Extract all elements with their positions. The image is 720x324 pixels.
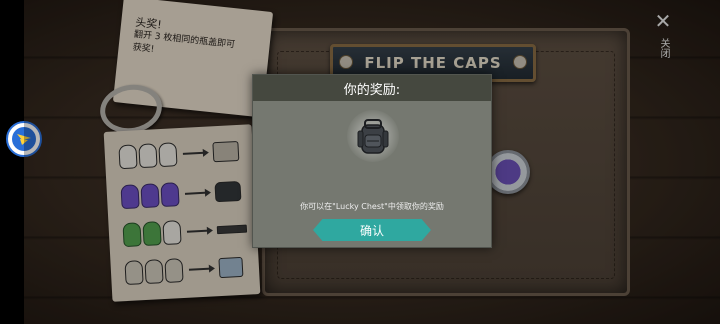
game-screen: FLIP THE CAPS 头奖! 翻开 3 枚相同的瓶盖即可获奖! ✕ 关闭 … [0,0,720,324]
confirm-button[interactable]: 确认 [313,219,431,241]
backpack-icon [353,117,393,157]
dialog-title: 你的奖励: [253,75,491,101]
reward-dialog: 你的奖励: 你可以在"Lucky Chest"中领取你的奖励 确认 [252,74,492,248]
screen-edge [0,0,24,324]
dialog-message: 你可以在"Lucky Chest"中领取你的奖励 [300,202,444,211]
